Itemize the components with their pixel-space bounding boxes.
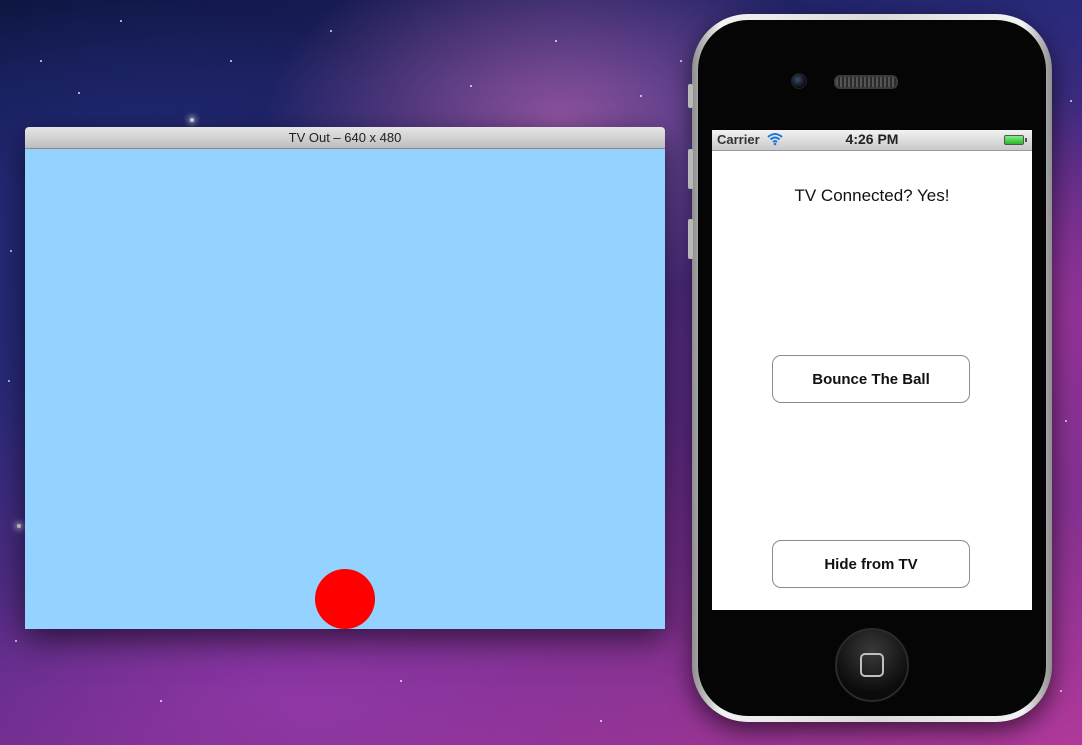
red-ball <box>315 569 375 629</box>
volume-up-button[interactable] <box>688 149 693 189</box>
iphone-simulator: Carrier 4:26 PM TV Connected? Yes! Bounc… <box>688 14 1052 722</box>
home-button[interactable] <box>835 628 909 702</box>
mute-switch[interactable] <box>688 84 693 108</box>
phone-screen: Carrier 4:26 PM TV Connected? Yes! Bounc… <box>712 130 1032 610</box>
bounce-ball-button[interactable]: Bounce The Ball <box>772 355 970 403</box>
tv-connected-label: TV Connected? Yes! <box>794 186 950 205</box>
tv-out-title[interactable]: TV Out – 640 x 480 <box>25 127 665 149</box>
earpiece-speaker <box>834 75 898 89</box>
status-time: 4:26 PM <box>845 131 899 147</box>
volume-down-button[interactable] <box>688 219 693 259</box>
battery-icon <box>1004 135 1027 145</box>
tv-out-window: TV Out – 640 x 480 <box>25 127 665 629</box>
front-camera-icon <box>791 73 807 89</box>
tv-screen <box>25 149 665 629</box>
status-bar: Carrier 4:26 PM <box>712 130 1032 151</box>
hide-from-tv-button[interactable]: Hide from TV <box>772 540 970 588</box>
home-button-icon <box>860 653 884 677</box>
